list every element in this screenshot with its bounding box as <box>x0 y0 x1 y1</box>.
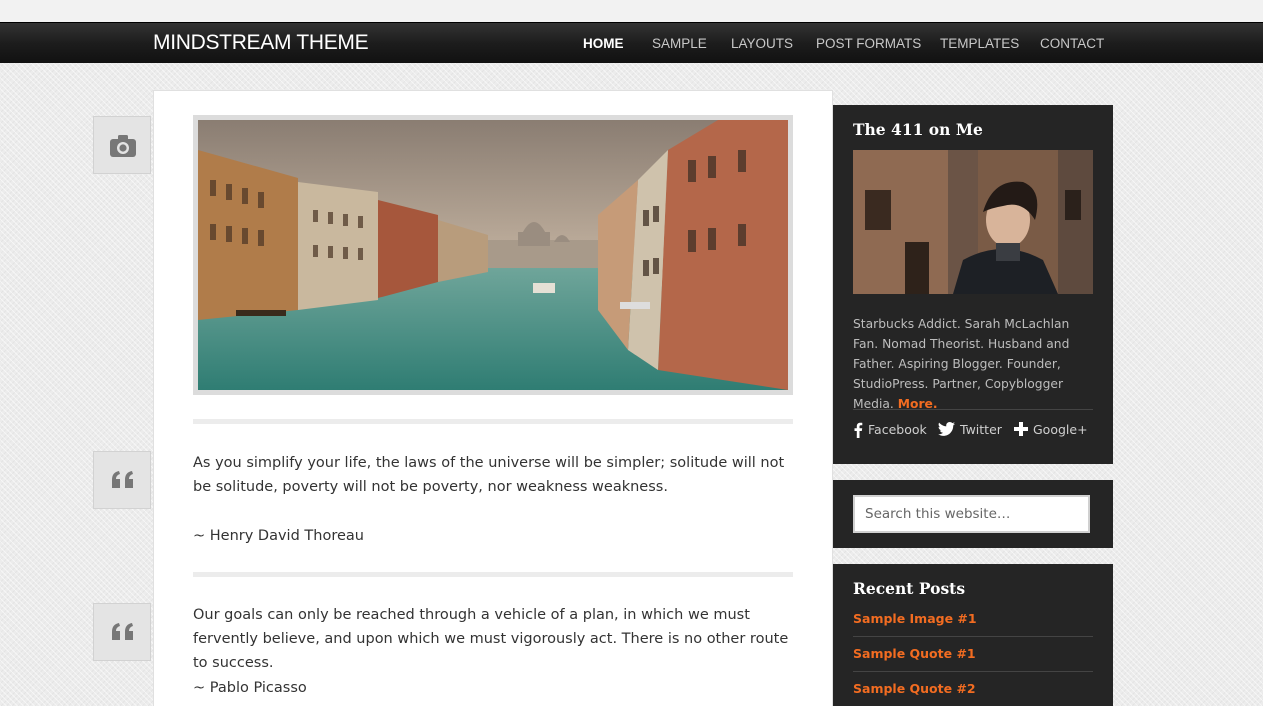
recent-post-link[interactable]: Sample Quote #1 <box>853 646 976 661</box>
widget-title: The 411 on Me <box>853 120 983 139</box>
quote-icon <box>112 471 133 488</box>
post-image-frame <box>193 115 793 395</box>
twitter-label: Twitter <box>960 422 1002 437</box>
facebook-label: Facebook <box>868 422 927 437</box>
twitter-icon <box>938 422 955 436</box>
profile-photo <box>853 150 1093 294</box>
nav-sample[interactable]: SAMPLE <box>652 36 707 51</box>
main-nav: HOME SAMPLE LAYOUTS POST FORMATS TEMPLAT… <box>0 36 1263 56</box>
nav-post-formats[interactable]: POST FORMATS <box>816 36 921 51</box>
author-bio: Starbucks Addict. Sarah McLachlan Fan. N… <box>853 314 1098 414</box>
facebook-link[interactable]: Facebook <box>853 421 933 439</box>
search-widget <box>833 480 1113 548</box>
recent-post-link[interactable]: Sample Image #1 <box>853 611 977 626</box>
quote-icon <box>112 623 133 640</box>
bio-text: Starbucks Addict. Sarah McLachlan Fan. N… <box>853 317 1070 411</box>
camera-icon <box>110 135 136 157</box>
post-format-quote <box>93 451 151 509</box>
post-divider <box>193 572 793 577</box>
widget-title: Recent Posts <box>853 579 966 598</box>
widget-divider <box>853 409 1093 410</box>
google-plus-link[interactable]: Google+ <box>1014 421 1094 439</box>
twitter-link[interactable]: Twitter <box>938 421 1013 439</box>
google-plus-icon <box>1014 422 1028 436</box>
recent-post-link[interactable]: Sample Quote #2 <box>853 681 976 696</box>
post-format-image <box>93 116 151 174</box>
widget-divider <box>853 671 1093 672</box>
nav-contact[interactable]: CONTACT <box>1040 36 1104 51</box>
post-divider <box>193 419 793 424</box>
quote-text: As you simplify your life, the laws of t… <box>193 455 785 495</box>
site-header: MINDSTREAM THEME HOME SAMPLE LAYOUTS POS… <box>0 22 1263 63</box>
nav-templates[interactable]: TEMPLATES <box>940 36 1019 51</box>
widget-divider <box>853 636 1093 637</box>
nav-layouts[interactable]: LAYOUTS <box>731 36 793 51</box>
quote-text: Our goals can only be reached through a … <box>193 607 789 671</box>
recent-posts-widget: Recent Posts Sample Image #1 Sample Quot… <box>833 564 1113 706</box>
google-plus-label: Google+ <box>1033 422 1088 437</box>
about-widget: The 411 on Me Starbucks Addict. Sarah Mc… <box>833 105 1113 464</box>
quote-author: ~ Henry David Thoreau <box>193 528 364 544</box>
nav-home[interactable]: HOME <box>583 36 624 51</box>
post-format-quote <box>93 603 151 661</box>
top-strip <box>0 0 1263 22</box>
facebook-icon <box>854 422 863 438</box>
venice-canal-image[interactable] <box>198 120 788 390</box>
quote-author: ~ Pablo Picasso <box>193 680 307 696</box>
search-input[interactable] <box>853 495 1090 533</box>
